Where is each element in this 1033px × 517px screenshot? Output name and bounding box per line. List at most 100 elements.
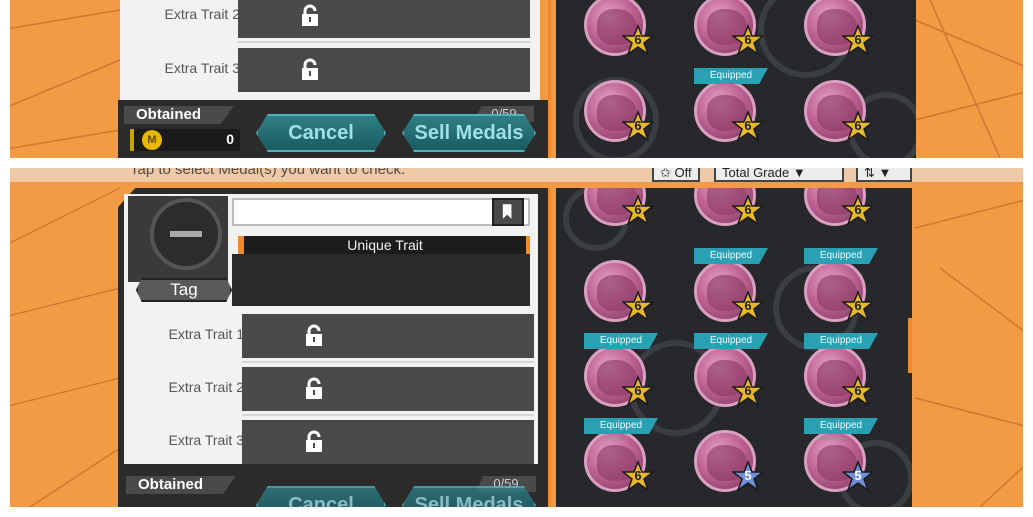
unique-trait-header: Unique Trait xyxy=(238,236,530,254)
trait-slot[interactable] xyxy=(242,314,534,358)
filter-label: Off xyxy=(674,168,692,180)
medal-card[interactable]: 6 xyxy=(584,0,656,58)
action-bar: Obtained M 0 0/59 Cancel Sell Medals xyxy=(118,100,550,158)
medal-card[interactable]: 6 xyxy=(694,0,766,58)
extra-trait-row: Extra Trait 1 xyxy=(124,314,544,363)
top-screenshot: Extra Trait 2 Extra Trait 3 Obtained M 0… xyxy=(0,0,1033,158)
cancel-button[interactable]: Cancel xyxy=(256,486,386,507)
medal-card[interactable]: 6 xyxy=(804,0,876,58)
medal-card[interactable]: Equipped 6 xyxy=(584,418,658,494)
grade-number: 6 xyxy=(634,32,642,47)
medal-card[interactable]: Equipped 6 xyxy=(584,333,658,409)
obtained-label: Obtained xyxy=(124,106,234,124)
grade-number: 6 xyxy=(744,202,752,217)
grade-star-icon: 6 xyxy=(620,374,656,407)
medal-card[interactable]: Equipped 6 xyxy=(694,248,768,324)
trait-panel: Extra Trait 2 Extra Trait 3 xyxy=(120,0,540,100)
bookmark-icon xyxy=(502,204,512,219)
trait-slot[interactable] xyxy=(242,367,534,411)
hint-text: Tap to select Medal(s) you want to check… xyxy=(130,168,406,178)
medal-card[interactable]: 6 xyxy=(584,260,656,324)
grade-star-icon: 6 xyxy=(620,289,656,322)
equipped-badge: Equipped xyxy=(804,418,878,434)
equipped-badge: Equipped xyxy=(694,248,768,264)
grade-number: 6 xyxy=(634,202,642,217)
minus-icon xyxy=(170,231,202,237)
lock-icon xyxy=(306,377,322,399)
filter-toggle[interactable]: ✩ Off xyxy=(652,168,700,182)
grade-star-icon: 6 xyxy=(730,193,766,226)
sort-order-icon: ⇅ ▼ xyxy=(864,168,892,180)
grade-star-icon: 6 xyxy=(620,459,656,492)
grade-star-icon: 5 xyxy=(730,459,766,492)
grade-number: 6 xyxy=(634,298,642,313)
medal-card[interactable]: 6 xyxy=(694,188,766,228)
equipped-badge: Equipped xyxy=(584,333,658,349)
medal-card[interactable]: Equipped 6 xyxy=(804,333,878,409)
sort-dropdown[interactable]: Total Grade ▼ xyxy=(714,168,844,182)
trait-label: Extra Trait 2 xyxy=(168,379,244,395)
medal-card[interactable]: Equipped 6 xyxy=(694,333,768,409)
unique-trait-box xyxy=(232,254,530,306)
equipped-badge: Equipped xyxy=(804,333,878,349)
medal-card[interactable]: Equipped 6 xyxy=(804,248,878,324)
bottom-screenshot: Tap to select Medal(s) you want to check… xyxy=(0,168,1033,507)
trait-panel: Unique Trait Tag Extra Trait 1 Extra Tra… xyxy=(124,194,538,464)
equipped-badge: Equipped xyxy=(694,333,768,349)
sell-medals-button[interactable]: Sell Medals xyxy=(402,486,536,507)
empty-medal-slot[interactable] xyxy=(150,198,222,270)
grade-number: 6 xyxy=(744,118,752,133)
medal-card[interactable]: 6 xyxy=(804,80,876,144)
extra-trait-row: Extra Trait 3 xyxy=(124,420,544,464)
trait-label: Extra Trait 2 xyxy=(164,6,240,22)
extra-trait-row: Extra Trait 2 xyxy=(120,0,540,43)
sort-order-toggle[interactable]: ⇅ ▼ xyxy=(856,168,912,182)
medal-card[interactable]: 6 xyxy=(804,188,876,228)
lock-icon xyxy=(306,430,322,452)
obtained-label: Obtained xyxy=(126,476,236,494)
extra-trait-row: Extra Trait 2 xyxy=(124,367,544,416)
bookmark-icon: ✩ xyxy=(660,168,675,180)
equipped-badge: Equipped xyxy=(584,418,658,434)
medal-card[interactable]: Equipped 5 xyxy=(804,418,878,494)
grade-number: 6 xyxy=(744,383,752,398)
sort-label: Total Grade xyxy=(722,168,790,180)
grade-star-icon: 6 xyxy=(840,289,876,322)
grade-star-icon: 6 xyxy=(620,193,656,226)
trait-label: Extra Trait 1 xyxy=(168,326,244,342)
grade-number: 6 xyxy=(854,298,862,313)
coin-value: 0 xyxy=(226,131,234,147)
grade-star-icon: 6 xyxy=(840,109,876,142)
grade-star-icon: 6 xyxy=(730,23,766,56)
cancel-button[interactable]: Cancel xyxy=(256,114,386,152)
trait-slot[interactable] xyxy=(242,420,534,464)
extra-trait-row: Extra Trait 3 xyxy=(120,48,540,92)
tag-button[interactable]: Tag xyxy=(136,278,232,302)
grade-star-icon: 6 xyxy=(840,23,876,56)
medal-grid: 6 6 6 6 Equipped 6 6 xyxy=(556,0,916,158)
medal-card[interactable]: 6 xyxy=(584,188,656,228)
grade-number: 6 xyxy=(854,32,862,47)
medal-card[interactable]: 6 xyxy=(584,80,656,144)
medal-name-field xyxy=(232,198,530,226)
trait-slot[interactable] xyxy=(238,48,530,92)
grade-star-icon: 6 xyxy=(620,23,656,56)
scrollbar-thumb[interactable] xyxy=(908,318,912,373)
lock-icon xyxy=(302,58,318,80)
coin-counter: M 0 xyxy=(130,129,240,151)
sell-medals-button[interactable]: Sell Medals xyxy=(402,114,536,152)
bookmark-button[interactable] xyxy=(492,198,524,226)
trait-label: Extra Trait 3 xyxy=(168,432,244,448)
medal-card[interactable]: 5 xyxy=(694,430,766,494)
grade-number: 6 xyxy=(744,32,752,47)
trait-slot[interactable] xyxy=(238,0,530,38)
grade-number: 5 xyxy=(854,468,862,483)
grade-star-icon: 6 xyxy=(730,374,766,407)
medal-card[interactable]: Equipped 6 xyxy=(694,68,768,144)
equipped-badge: Equipped xyxy=(804,248,878,264)
grade-number: 6 xyxy=(634,118,642,133)
grade-number: 6 xyxy=(634,383,642,398)
grade-number: 6 xyxy=(634,468,642,483)
grade-number: 6 xyxy=(854,383,862,398)
medal-grid: 6 6 6 6 Equipped 6 Equipped 6 Equipped 6 Equipped 6… xyxy=(556,188,912,507)
